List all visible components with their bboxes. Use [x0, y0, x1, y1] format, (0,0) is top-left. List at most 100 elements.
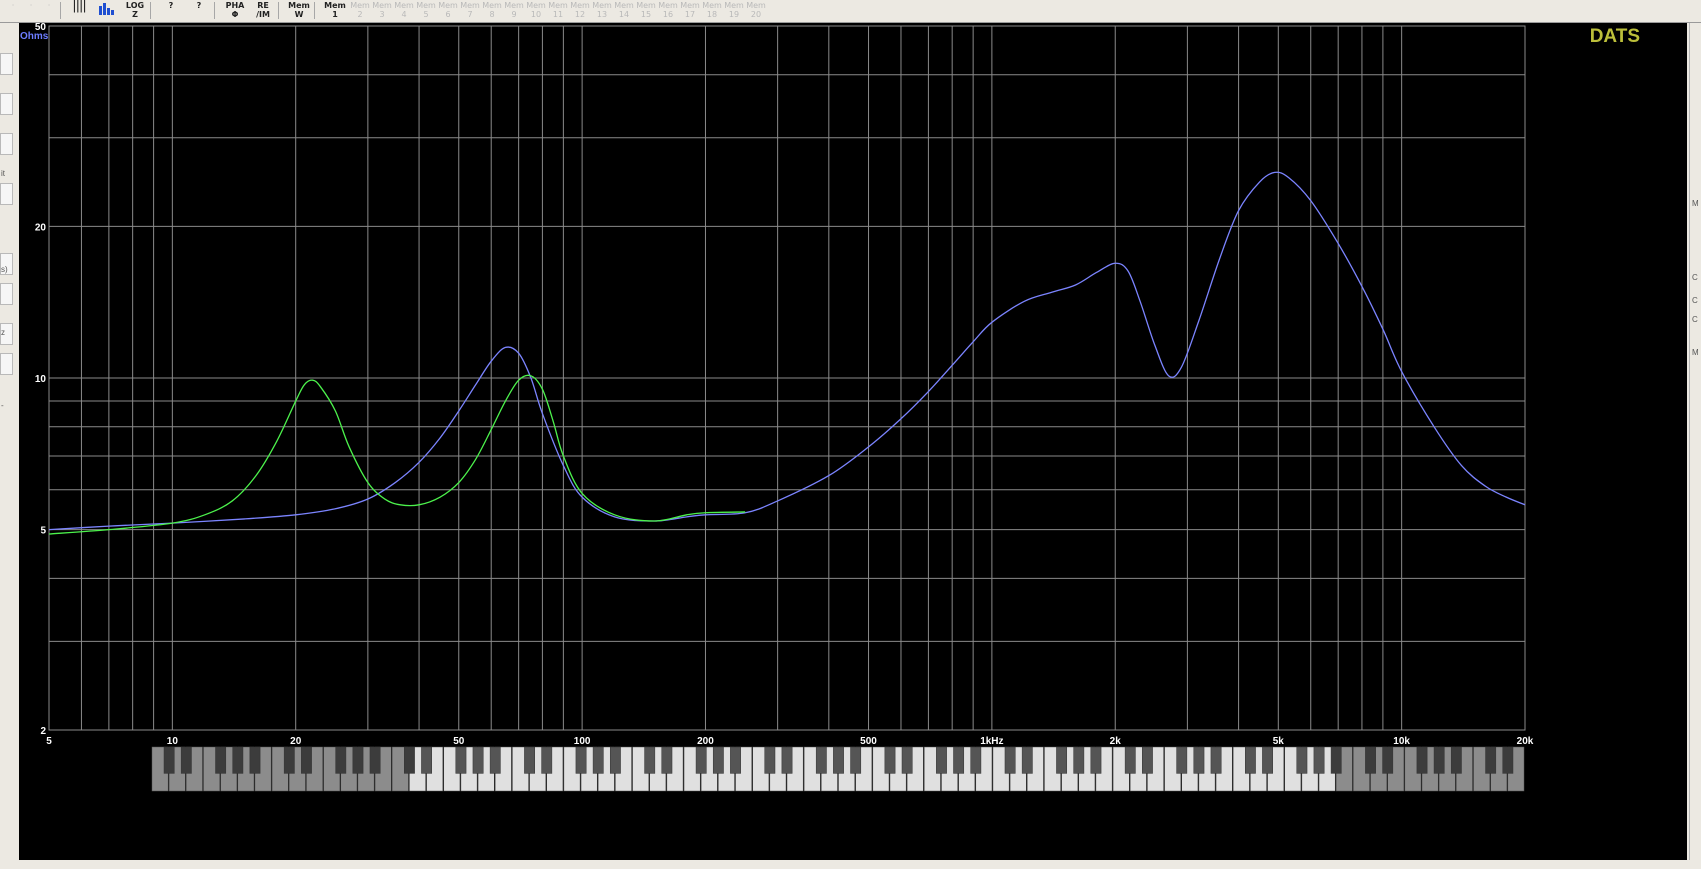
histogram-icon[interactable]	[94, 1, 120, 20]
mem-slot-9-button[interactable]: Mem 9	[504, 1, 524, 20]
black-key	[1142, 746, 1153, 774]
freq-lines-icon[interactable]: ||||	[66, 0, 92, 20]
context-help-icon[interactable]: ?	[186, 1, 212, 20]
black-key	[180, 746, 192, 774]
black-key	[575, 746, 587, 774]
mem-slot-14-button[interactable]: Mem 14	[614, 1, 634, 20]
mem-slot-6-button[interactable]: Mem 6	[438, 1, 458, 20]
black-key	[661, 746, 673, 774]
left-side-panel: it s) z -	[0, 23, 20, 869]
side-control[interactable]	[0, 353, 13, 375]
dats-logo: DATS	[1590, 26, 1640, 47]
black-key	[1124, 746, 1136, 774]
toolbar-separator	[278, 2, 279, 19]
black-key	[301, 746, 312, 774]
black-key	[369, 746, 381, 774]
mem-slot-5-button[interactable]: Mem 5	[416, 1, 436, 20]
mem-slot-15-button[interactable]: Mem 15	[636, 1, 656, 20]
mem-slot-8-button[interactable]: Mem 8	[482, 1, 502, 20]
black-key	[815, 746, 827, 774]
mem-1-icon[interactable]: Mem 1	[322, 1, 348, 20]
mem-slot-10-button[interactable]: Mem 10	[526, 1, 546, 20]
black-key	[215, 746, 227, 774]
chart-background	[19, 23, 1687, 860]
black-key	[1365, 746, 1376, 774]
log-z-icon[interactable]: LOG Z	[122, 1, 148, 20]
black-key	[644, 746, 656, 774]
x-tick-label: 5	[46, 736, 52, 747]
black-key	[1004, 746, 1016, 774]
side-control[interactable]	[0, 53, 13, 75]
black-key	[730, 746, 741, 774]
toolbar-disabled-icon[interactable]: ·	[6, 1, 20, 20]
black-key	[901, 746, 913, 774]
black-key	[1416, 746, 1428, 774]
black-key	[1056, 746, 1068, 774]
black-key	[1450, 746, 1462, 774]
side-label: C	[1692, 296, 1698, 305]
side-control[interactable]	[0, 183, 13, 205]
toolbar-separator	[314, 2, 315, 19]
black-key	[970, 746, 982, 774]
black-key	[712, 746, 724, 774]
x-tick-label: 50	[453, 736, 465, 747]
black-key	[404, 746, 415, 774]
x-tick-label: 100	[574, 736, 591, 747]
help-icon[interactable]: ?	[158, 1, 184, 20]
re-im-icon[interactable]: RE /IM	[250, 1, 276, 20]
black-key	[352, 746, 364, 774]
mem-slot-19-button[interactable]: Mem 19	[724, 1, 744, 20]
black-key	[421, 746, 432, 774]
black-key	[1382, 746, 1394, 774]
black-key	[936, 746, 947, 774]
mem-slot-4-button[interactable]: Mem 4	[394, 1, 414, 20]
black-key	[1090, 746, 1102, 774]
mem-slot-3-button[interactable]: Mem 3	[372, 1, 392, 20]
black-key	[1021, 746, 1033, 774]
x-tick-label: 200	[697, 736, 714, 747]
mem-slot-18-button[interactable]: Mem 18	[702, 1, 722, 20]
toolbar-separator	[214, 2, 215, 19]
side-label: M	[1692, 199, 1699, 208]
mem-slot-7-button[interactable]: Mem 7	[460, 1, 480, 20]
mem-slot-11-button[interactable]: Mem 11	[548, 1, 568, 20]
side-label: C	[1692, 315, 1698, 324]
black-key	[609, 746, 621, 774]
side-label: z	[1, 328, 5, 337]
y-tick-label: 10	[35, 374, 47, 385]
x-tick-label: 20k	[1517, 736, 1534, 747]
mem-slot-16-button[interactable]: Mem 16	[658, 1, 678, 20]
y-axis-label: Ohms	[20, 31, 49, 42]
black-key	[1245, 746, 1256, 774]
mem-slot-17-button[interactable]: Mem 17	[680, 1, 700, 20]
side-control[interactable]	[0, 133, 13, 155]
x-tick-label: 20	[290, 736, 302, 747]
mem-slot-13-button[interactable]: Mem 13	[592, 1, 612, 20]
black-key	[953, 746, 965, 774]
x-tick-label: 1kHz	[980, 736, 1003, 747]
side-label: -	[1, 401, 4, 410]
phase-icon[interactable]: PHA Φ	[222, 1, 248, 20]
toolbar-disabled-icon[interactable]: ·	[42, 1, 56, 20]
toolbar-separator	[60, 2, 61, 19]
black-key	[1313, 746, 1325, 774]
side-control[interactable]	[0, 93, 13, 115]
mem-slot-12-button[interactable]: Mem 12	[570, 1, 590, 20]
black-key	[163, 746, 175, 774]
black-key	[335, 746, 347, 774]
x-tick-label: 10k	[1393, 736, 1410, 747]
status-strip	[0, 860, 1701, 869]
mem-slot-2-button[interactable]: Mem 2	[350, 1, 370, 20]
mem-write-icon[interactable]: Mem W	[286, 1, 312, 20]
toolbar-disabled-icon[interactable]: ·	[24, 1, 38, 20]
black-key	[472, 746, 484, 774]
side-control[interactable]	[0, 283, 13, 305]
black-key	[1485, 746, 1497, 774]
black-key	[455, 746, 467, 774]
black-key	[1330, 746, 1342, 774]
black-key	[283, 746, 295, 774]
black-key	[764, 746, 776, 774]
x-tick-label: 10	[167, 736, 179, 747]
mem-slot-20-button[interactable]: Mem 20	[746, 1, 766, 20]
black-key	[489, 746, 501, 774]
